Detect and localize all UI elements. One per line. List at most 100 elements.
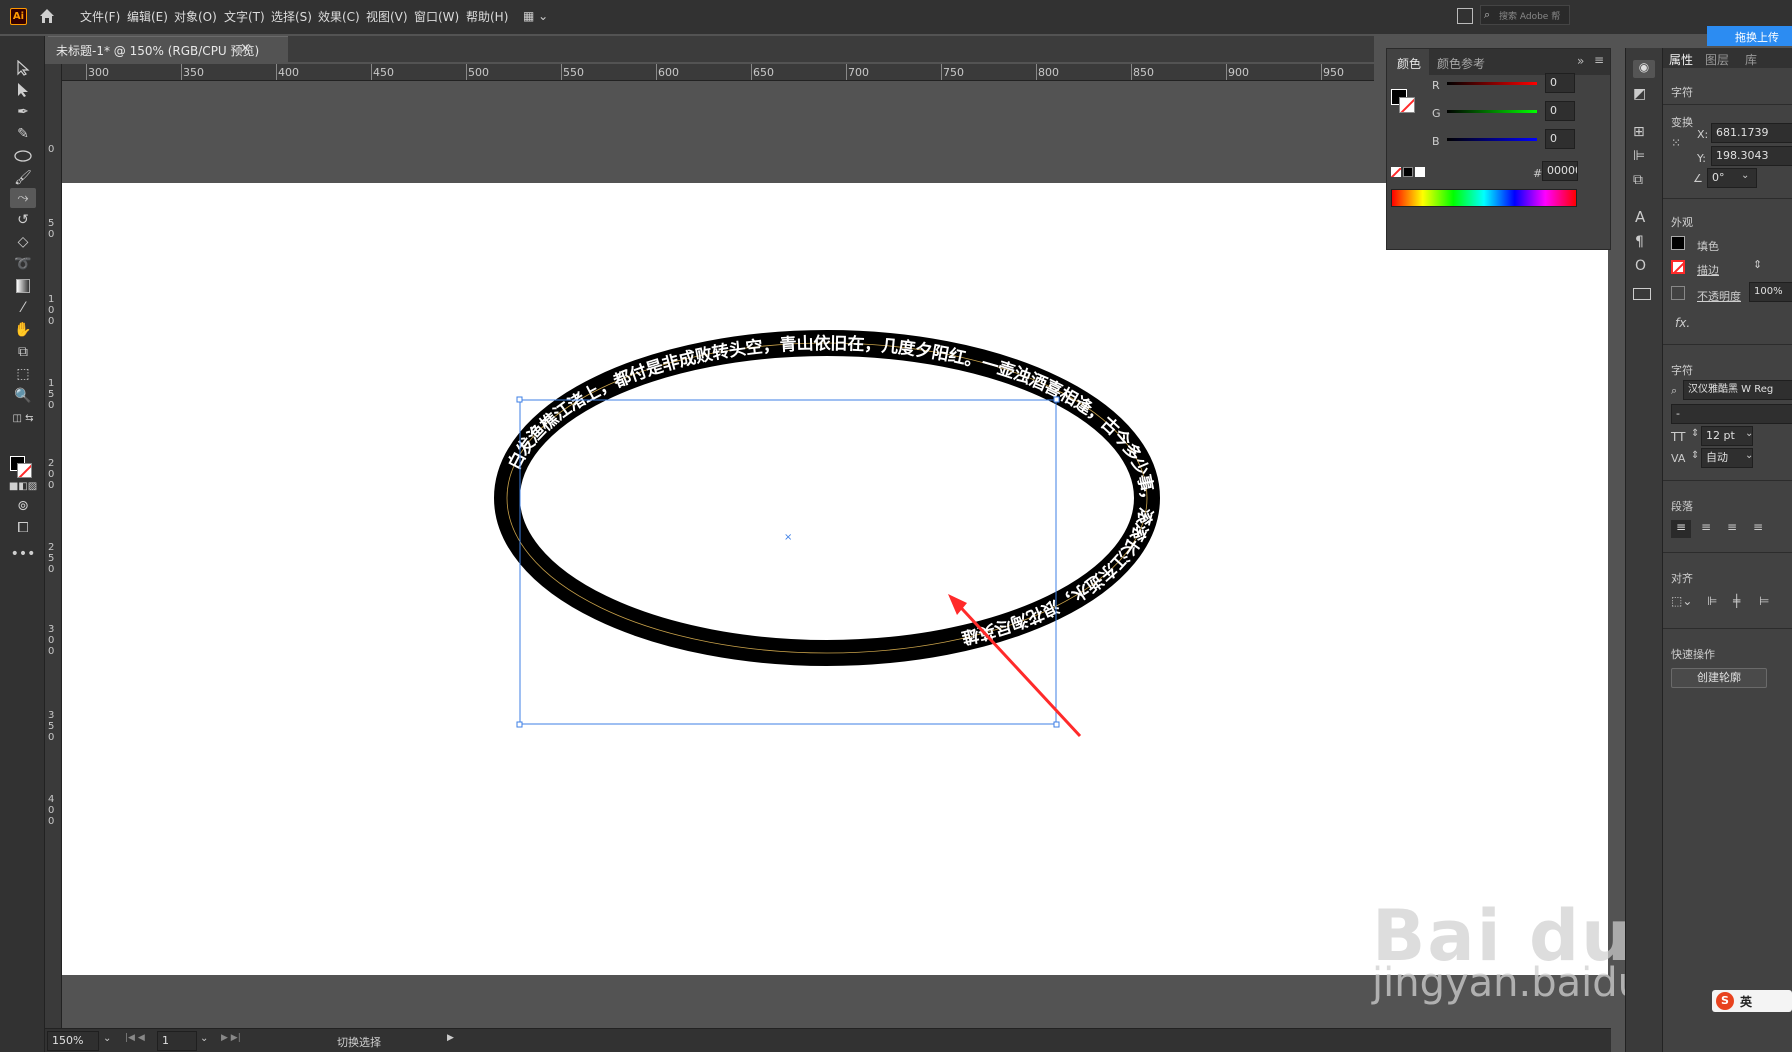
rotate-angle-field[interactable]: 0° xyxy=(1707,168,1757,188)
opacity-label[interactable]: 不透明度 xyxy=(1697,288,1741,304)
home-icon[interactable] xyxy=(38,7,56,25)
next-artboard-icon[interactable]: ▶ ▶| xyxy=(221,1033,241,1043)
gradient-tool-icon[interactable] xyxy=(10,276,36,296)
font-family-field[interactable]: 汉仪雅酷黑 W Reg xyxy=(1683,380,1792,400)
effects-fx-button[interactable]: fx. xyxy=(1675,316,1690,330)
status-menu-icon[interactable]: ▶ xyxy=(447,1033,454,1043)
paintbrush-tool-icon[interactable]: 🖌 xyxy=(10,168,36,188)
handle-tl[interactable] xyxy=(516,396,523,403)
transform-panel-icon[interactable]: ⊞ xyxy=(1633,124,1645,140)
g-value-field[interactable]: 0 xyxy=(1545,101,1575,121)
draw-mode-icon[interactable]: ⊚ xyxy=(10,496,36,516)
menu-item-7[interactable]: 窗口(W) xyxy=(414,8,459,25)
tab-color[interactable]: 颜色 xyxy=(1387,49,1429,75)
g-slider[interactable] xyxy=(1447,110,1537,113)
chevron-down-icon[interactable]: ⌄ xyxy=(1741,170,1749,181)
white-swatch[interactable] xyxy=(1415,167,1425,177)
menu-item-6[interactable]: 视图(V) xyxy=(366,8,408,25)
menu-item-2[interactable]: 对象(O) xyxy=(174,8,217,25)
none-swatch[interactable] xyxy=(1391,167,1401,177)
artboard[interactable]: 白发渔樵江渚上，都付是非成败转头空，青山依旧在，几度夕阳红。一壶浊酒喜相逢，古今… xyxy=(62,183,1608,975)
tab-libraries[interactable]: 库 xyxy=(1745,51,1757,68)
menu-item-1[interactable]: 编辑(E) xyxy=(127,8,168,25)
align-right-edge-icon[interactable]: ⊨ xyxy=(1759,594,1769,608)
b-value-field[interactable]: 0 xyxy=(1545,129,1575,149)
shaper-tool-icon[interactable]: ⤳ xyxy=(10,188,36,208)
color-guide-icon[interactable]: ◩ xyxy=(1633,86,1646,102)
arrange-docs-icon[interactable] xyxy=(1457,8,1473,24)
selection-tool-icon[interactable] xyxy=(10,58,36,78)
reference-point-icon[interactable]: ⁙ xyxy=(1671,136,1681,150)
rotate-tool-icon[interactable]: ↺ xyxy=(10,210,36,230)
spectrum-bar[interactable] xyxy=(1391,189,1577,207)
cloud-upload-button[interactable]: 拖换上传 xyxy=(1707,26,1792,46)
paragraph-panel-icon[interactable]: ¶ xyxy=(1635,234,1644,250)
align-left-icon[interactable]: ≡ xyxy=(1671,520,1691,538)
curvature-tool-icon[interactable]: ✎ xyxy=(10,124,36,144)
close-icon[interactable]: × xyxy=(240,41,251,56)
tab-properties[interactable]: 属性 xyxy=(1669,51,1693,68)
tab-layers[interactable]: 图层 xyxy=(1705,51,1729,68)
direct-selection-tool-icon[interactable] xyxy=(10,80,36,100)
artboard-tool-icon[interactable]: ⬚ xyxy=(10,364,36,384)
r-value-field[interactable]: 0 xyxy=(1545,73,1575,93)
align-left-edge-icon[interactable]: ⊫ xyxy=(1707,594,1717,608)
ime-indicator[interactable]: S 英 xyxy=(1712,990,1792,1012)
first-artboard-icon[interactable]: |◀ ◀ xyxy=(125,1033,145,1043)
character-panel-icon[interactable]: A xyxy=(1635,208,1645,226)
handle-bl[interactable] xyxy=(516,721,523,728)
opentype-panel-icon[interactable]: O xyxy=(1635,258,1646,274)
default-colors-icon[interactable]: ◫ ⇆ xyxy=(10,408,36,428)
panel-menu-icon[interactable]: ≡ xyxy=(1594,53,1604,67)
menu-item-8[interactable]: 帮助(H) xyxy=(466,8,508,25)
artboard-number-field[interactable]: 1 xyxy=(157,1031,197,1051)
align-panel-icon[interactable]: ⊫ xyxy=(1633,148,1645,164)
stroke-label[interactable]: 描边 xyxy=(1697,262,1719,278)
screen-mode-icon[interactable]: ⧠ xyxy=(10,518,36,538)
create-outlines-button[interactable]: 创建轮廓 xyxy=(1671,668,1767,688)
tab-color-guide[interactable]: 颜色参考 xyxy=(1437,55,1485,72)
font-size-stepper-icon[interactable]: ⇕ xyxy=(1691,428,1699,439)
r-slider[interactable] xyxy=(1447,82,1537,85)
menu-item-4[interactable]: 选择(S) xyxy=(271,8,312,25)
transparency-panel-icon[interactable] xyxy=(1633,288,1651,300)
chevron-down-icon[interactable]: ⌄ xyxy=(1745,450,1753,461)
stroke-swatch[interactable] xyxy=(1399,97,1415,113)
x-field[interactable]: 681.1739 xyxy=(1711,123,1792,143)
y-field[interactable]: 198.3043 xyxy=(1711,146,1792,166)
fill-swatch[interactable] xyxy=(1671,236,1685,250)
tracking-stepper-icon[interactable]: ⇕ xyxy=(1691,450,1699,461)
chevron-down-icon[interactable]: ⌄ xyxy=(200,1033,208,1044)
chevron-down-icon[interactable]: ⌄ xyxy=(1745,428,1753,439)
lasso-tool-icon[interactable]: ➰ xyxy=(10,254,36,274)
handle-br[interactable] xyxy=(1053,721,1060,728)
pathfinder-panel-icon[interactable]: ⧉ xyxy=(1633,172,1643,188)
menu-item-5[interactable]: 效果(C) xyxy=(318,8,360,25)
workspace-switcher-icon[interactable]: ▦ ⌄ xyxy=(523,9,557,25)
eyedropper-tool-icon[interactable]: ⁄ xyxy=(10,298,36,318)
menu-item-3[interactable]: 文字(T) xyxy=(224,8,265,25)
puppet-warp-tool-icon[interactable]: ✋ xyxy=(10,320,36,340)
align-center-icon[interactable]: ≡ xyxy=(1701,520,1711,534)
justify-icon[interactable]: ≡ xyxy=(1753,520,1763,534)
color-panel-icon[interactable]: ◉ xyxy=(1633,60,1655,78)
panel-collapse-icon[interactable]: » xyxy=(1577,54,1584,68)
handle-tr[interactable] xyxy=(1053,396,1060,403)
zoom-tool-icon[interactable]: 🔍 xyxy=(10,386,36,406)
stroke-stepper-icon[interactable]: ⇕ xyxy=(1753,258,1762,271)
eraser-tool-icon[interactable]: ◇ xyxy=(10,232,36,252)
align-to-icon[interactable]: ⬚⌄ xyxy=(1671,594,1692,608)
color-mode-icon[interactable]: ■◧▨ xyxy=(9,476,37,496)
stroke-swatch[interactable] xyxy=(1671,260,1685,274)
search-box[interactable]: ⌕ 搜索 Adobe 帮 xyxy=(1480,5,1570,25)
document-tab[interactable]: 未标题-1* @ 150% (RGB/CPU 预览) × xyxy=(48,36,288,62)
menu-item-0[interactable]: 文件(F) xyxy=(80,8,120,25)
zoom-field[interactable]: 150% xyxy=(47,1031,99,1051)
chevron-down-icon[interactable]: ⌄ xyxy=(103,1033,111,1044)
selection-bounding-box[interactable] xyxy=(519,399,1057,725)
opacity-field[interactable]: 100% xyxy=(1749,282,1792,302)
b-slider[interactable] xyxy=(1447,138,1537,141)
ellipse-tool-icon[interactable] xyxy=(10,146,36,166)
shape-builder-tool-icon[interactable]: ⧉ xyxy=(10,342,36,362)
align-horizontal-center-icon[interactable]: ╪ xyxy=(1733,594,1740,608)
